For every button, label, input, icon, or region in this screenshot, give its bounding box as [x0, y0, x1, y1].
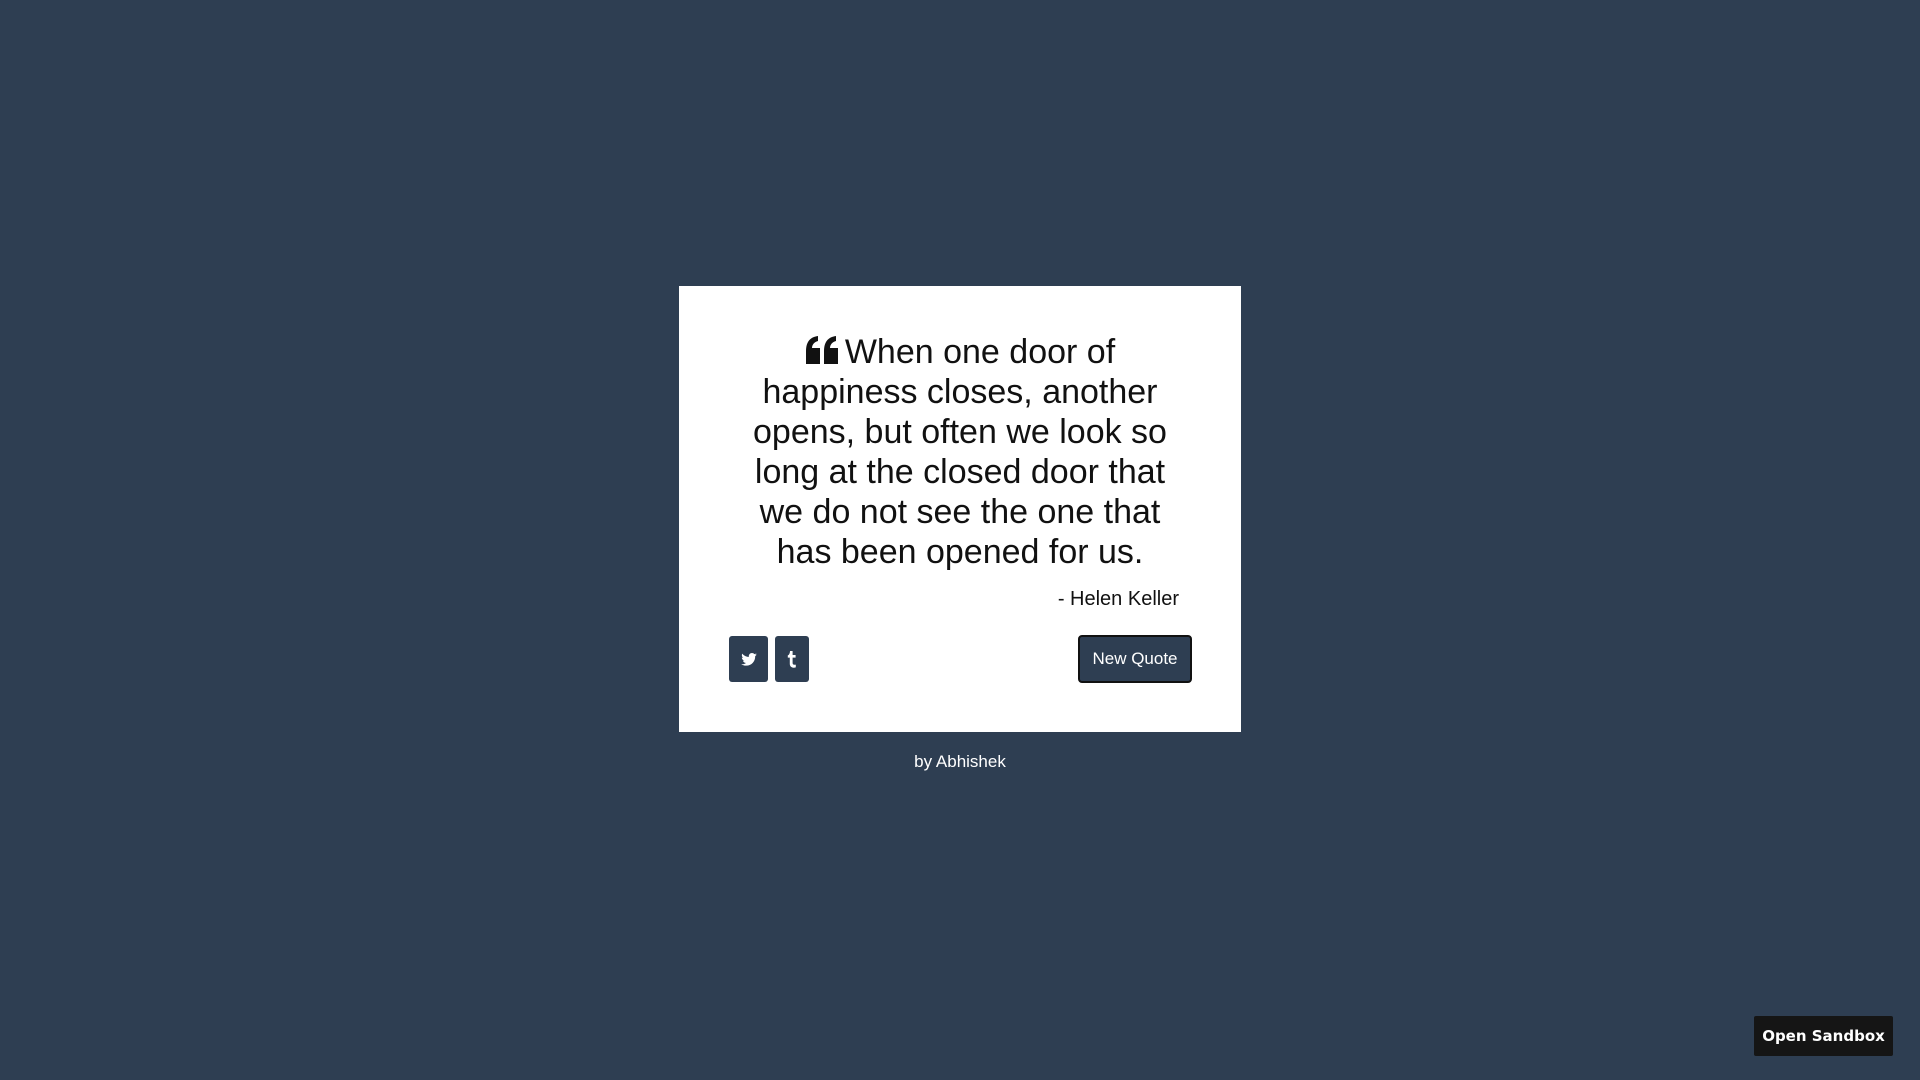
tumblr-button[interactable] — [775, 636, 809, 682]
quote-text: When one door of happiness closes, anoth… — [753, 333, 1167, 571]
quote-author: - Helen Keller — [1057, 588, 1179, 610]
quote-text-block: When one door of happiness closes, anoth… — [734, 332, 1186, 572]
twitter-icon — [740, 652, 757, 666]
tweet-button[interactable] — [729, 636, 768, 682]
quote-left-icon — [805, 333, 839, 364]
quote-box: When one door of happiness closes, anoth… — [679, 286, 1241, 732]
tumblr-icon — [787, 650, 797, 668]
author-credit: by Abhishek — [914, 752, 1006, 771]
open-sandbox-button[interactable]: Open Sandbox — [1754, 1016, 1893, 1056]
new-quote-button[interactable]: New Quote — [1078, 635, 1192, 683]
